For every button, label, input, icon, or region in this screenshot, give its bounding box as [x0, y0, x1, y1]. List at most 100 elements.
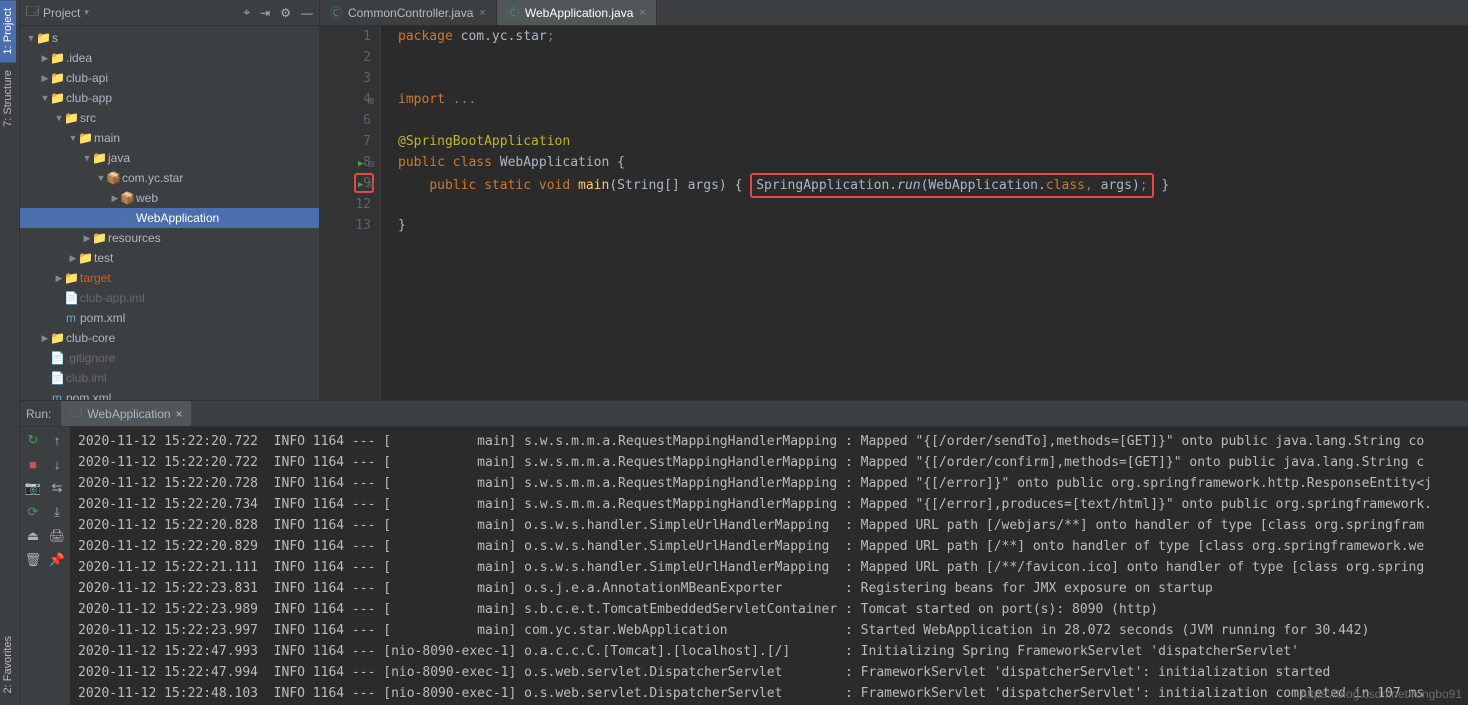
tree-item-com-yc-star[interactable]: ▼📦com.yc.star: [20, 168, 319, 188]
tree-arrow-icon[interactable]: ▶: [82, 233, 92, 244]
tree-item-webapplication[interactable]: ⒸWebApplication: [20, 208, 319, 228]
project-title: Project: [43, 6, 80, 20]
tree-label: com.yc.star: [120, 171, 183, 185]
tree-node-icon: 📦: [106, 171, 120, 185]
tree-item-pom-xml[interactable]: mpom.xml: [20, 388, 319, 400]
project-tree[interactable]: ▼📁s▶📁.idea▶📁club-api▼📁club-app▼📁src▼📁mai…: [20, 26, 319, 400]
tree-node-icon: 📄: [64, 291, 78, 305]
restart-icon[interactable]: ⟳: [24, 503, 42, 521]
fold-icon[interactable]: ⊟: [368, 175, 374, 196]
tree-arrow-icon[interactable]: ▼: [40, 93, 50, 103]
run-toolbar: ↻ ↑ ■ ↓ 📷 ⇆ ⟳ ⤓ ⏏ 🖨 🗑 📌: [20, 427, 70, 705]
tree-item-java[interactable]: ▼📁java: [20, 148, 319, 168]
gutter-line: 6: [320, 110, 371, 131]
rail-structure[interactable]: 7: Structure: [0, 62, 16, 135]
console-line: 2020-11-12 15:22:23.831 INFO 1164 --- [ …: [78, 578, 1460, 599]
tree-label: .idea: [64, 51, 92, 65]
code-line[interactable]: public static void main(String[] args) {…: [398, 173, 1468, 194]
tree-item-club-api[interactable]: ▶📁club-api: [20, 68, 319, 88]
console-line: 2020-11-12 15:22:23.989 INFO 1164 --- [ …: [78, 599, 1460, 620]
code-line[interactable]: }: [398, 215, 1468, 236]
run-gutter-icon[interactable]: ▶: [358, 154, 363, 175]
tree-item-club-app-iml[interactable]: 📄club-app.iml: [20, 288, 319, 308]
fold-icon[interactable]: ⊞: [368, 91, 374, 112]
tree-item-resources[interactable]: ▶📁resources: [20, 228, 319, 248]
code-line[interactable]: public class WebApplication {: [398, 152, 1468, 173]
rerun-icon[interactable]: ↻: [24, 431, 42, 449]
tree-arrow-icon[interactable]: ▼: [54, 113, 64, 123]
code-line[interactable]: [398, 47, 1468, 68]
tree-item-s[interactable]: ▼📁s: [20, 28, 319, 48]
tree-item-pom-xml[interactable]: mpom.xml: [20, 308, 319, 328]
tree-item-club-core[interactable]: ▶📁club-core: [20, 328, 319, 348]
tree-item-main[interactable]: ▼📁main: [20, 128, 319, 148]
run-header: Run: 🗔 WebApplication ×: [20, 401, 1468, 427]
tree-item-test[interactable]: ▶📁test: [20, 248, 319, 268]
tree-arrow-icon[interactable]: ▶: [54, 273, 64, 284]
tree-node-icon: 📁: [64, 111, 78, 125]
up-icon[interactable]: ↑: [48, 431, 66, 449]
tree-item--gitignore[interactable]: 📄.gitignore: [20, 348, 319, 368]
tree-item-club-iml[interactable]: 📄club.iml: [20, 368, 319, 388]
tree-label: .gitignore: [64, 351, 115, 365]
tree-item--idea[interactable]: ▶📁.idea: [20, 48, 319, 68]
run-panel: Run: 🗔 WebApplication × ↻ ↑ ■ ↓ 📷 ⇆ ⟳ ⤓ …: [20, 400, 1468, 705]
tree-arrow-icon[interactable]: ▶: [110, 193, 120, 204]
tree-arrow-icon[interactable]: ▶: [40, 333, 50, 344]
tree-arrow-icon[interactable]: ▼: [96, 173, 106, 183]
gutter-line: 1: [320, 26, 371, 47]
gear-icon[interactable]: ⚙: [280, 6, 291, 20]
console-output[interactable]: 2020-11-12 15:22:20.722 INFO 1164 --- [ …: [70, 427, 1468, 705]
tree-node-icon: 📁: [50, 91, 64, 105]
code-line[interactable]: @SpringBootApplication: [398, 131, 1468, 152]
close-icon[interactable]: ×: [176, 407, 183, 421]
editor-body[interactable]: 1234⊞678▶⊟9▶⊟1213 package com.yc.star;im…: [320, 26, 1468, 400]
down-icon[interactable]: ↓: [48, 455, 66, 473]
tree-arrow-icon[interactable]: ▼: [82, 153, 92, 163]
editor-tab-webapplication-java[interactable]: ⒸWebApplication.java×: [497, 0, 657, 25]
gutter-line: 12: [320, 194, 371, 215]
collapse-icon[interactable]: ⇥: [260, 6, 270, 20]
wrap-icon[interactable]: ⇆: [48, 479, 66, 497]
exit-icon[interactable]: ⏏: [24, 527, 42, 545]
stop-icon[interactable]: ■: [24, 455, 42, 473]
locate-icon[interactable]: ⌖: [243, 5, 250, 20]
code[interactable]: package com.yc.star; import ... @SpringBoo…: [380, 26, 1468, 400]
hide-icon[interactable]: —: [301, 6, 313, 20]
close-icon[interactable]: ×: [479, 7, 485, 19]
tree-item-club-app[interactable]: ▼📁club-app: [20, 88, 319, 108]
print-icon[interactable]: 🖨: [48, 527, 66, 545]
tree-label: WebApplication: [134, 211, 219, 225]
pin-icon[interactable]: 📌: [48, 551, 66, 569]
tree-arrow-icon[interactable]: ▼: [68, 133, 78, 143]
tree-node-icon: 📄: [50, 351, 64, 365]
tree-label: resources: [106, 231, 161, 245]
fold-icon[interactable]: ⊟: [368, 154, 374, 175]
close-icon[interactable]: ×: [639, 7, 645, 19]
tree-arrow-icon[interactable]: ▼: [26, 33, 36, 43]
code-line[interactable]: [398, 110, 1468, 131]
editor-tab-commoncontroller-java[interactable]: ⒸCommonController.java×: [320, 0, 497, 25]
code-line[interactable]: [398, 68, 1468, 89]
rail-project[interactable]: 1: Project: [0, 0, 16, 62]
console-line: 2020-11-12 15:22:48.103 INFO 1164 --- [n…: [78, 683, 1460, 704]
tree-arrow-icon[interactable]: ▶: [40, 53, 50, 64]
code-line[interactable]: package com.yc.star;: [398, 26, 1468, 47]
run-tab[interactable]: 🗔 WebApplication ×: [61, 401, 190, 426]
code-line[interactable]: import ...: [398, 89, 1468, 110]
tree-node-icon: 📁: [50, 331, 64, 345]
run-config-icon: 🗔: [69, 403, 82, 424]
rail-favorites[interactable]: 2: Favorites: [0, 628, 16, 701]
tree-node-icon: 📄: [50, 371, 64, 385]
tree-label: src: [78, 111, 96, 125]
tree-arrow-icon[interactable]: ▶: [40, 73, 50, 84]
gutter-line: 8▶⊟: [320, 152, 371, 173]
dump-icon[interactable]: 📷: [24, 479, 42, 497]
dropdown-arrow-icon[interactable]: ▾: [84, 7, 89, 18]
tree-arrow-icon[interactable]: ▶: [68, 253, 78, 264]
scroll-icon[interactable]: ⤓: [48, 503, 66, 521]
tree-item-target[interactable]: ▶📁target: [20, 268, 319, 288]
trash-icon[interactable]: 🗑: [24, 551, 42, 569]
tree-item-web[interactable]: ▶📦web: [20, 188, 319, 208]
tree-item-src[interactable]: ▼📁src: [20, 108, 319, 128]
